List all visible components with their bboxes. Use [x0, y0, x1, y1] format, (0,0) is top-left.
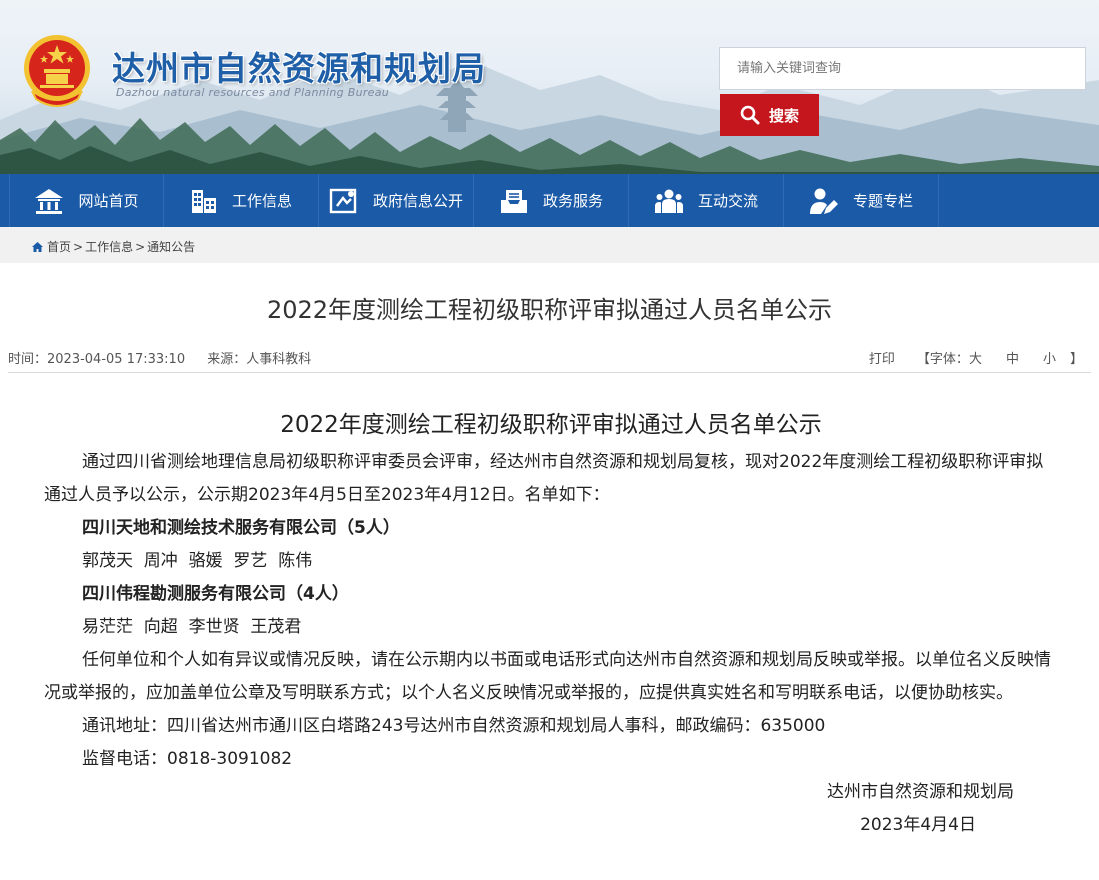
people-icon	[654, 187, 684, 215]
nav-item-interaction[interactable]: 互动交流	[629, 174, 784, 227]
article-intro: 通过四川省测绘地理信息局初级职称评审委员会评审，经达州市自然资源和规划局复核，现…	[44, 452, 1044, 505]
nav-item-label: 政务服务	[542, 192, 603, 210]
nav-item-label: 专题专栏	[852, 192, 913, 210]
article-source: 来源：人事科教科	[207, 352, 311, 367]
contact-phone: 监督电话：0818-3091082	[82, 749, 293, 769]
breadcrumb-separator: >	[135, 239, 146, 254]
site-title: 达州市自然资源和规划局	[112, 49, 486, 88]
national-emblem-icon	[24, 35, 90, 107]
site-subtitle: Dazhou natural resources and Planning Bu…	[116, 86, 390, 99]
print-link[interactable]: 打印	[869, 348, 895, 367]
user-edit-icon	[809, 187, 839, 215]
nav-item-label: 互动交流	[697, 192, 758, 210]
nav-item-label: 工作信息	[231, 192, 292, 210]
source-value: 人事科教科	[246, 352, 312, 367]
signature-date: 2023年4月4日	[860, 815, 976, 835]
article-heading: 2022年度测绘工程初级职称评审拟通过人员名单公示	[280, 412, 822, 438]
time-value: 2023-04-05 17:33:10	[47, 352, 186, 367]
breadcrumb-home[interactable]: 首页	[47, 238, 71, 255]
font-small-link[interactable]: 小	[1043, 348, 1056, 367]
header-banner: 达州市自然资源和规划局 Dazhou natural resources and…	[0, 0, 1099, 174]
breadcrumb-bar: 首页 > 工作信息 > 通知公告	[0, 227, 1099, 263]
inbox-icon	[499, 188, 529, 214]
company-heading-2: 四川伟程勘测服务有限公司（4人）	[82, 584, 349, 604]
source-label: 来源：	[207, 352, 247, 367]
name-list-2: 易茫茫 向超 李世贤 王茂君	[82, 617, 302, 637]
signature: 达州市自然资源和规划局	[827, 782, 1014, 802]
nav-item-home[interactable]: 网站首页	[9, 174, 164, 227]
search-button[interactable]: 搜索	[720, 94, 819, 136]
divider	[8, 372, 1091, 373]
publish-time: 时间：2023-04-05 17:33:10	[8, 352, 185, 367]
breadcrumb-notice[interactable]: 通知公告	[147, 238, 195, 255]
building-icon	[190, 187, 218, 215]
font-large-link[interactable]: 大	[969, 348, 982, 367]
nav-item-work-info[interactable]: 工作信息	[164, 174, 319, 227]
home-small-icon	[31, 241, 44, 253]
nav-item-gov-service[interactable]: 政务服务	[474, 174, 629, 227]
main-nav: 网站首页 工作信息 政府信息公开 政务服务 互动交流 专题专栏	[0, 174, 1099, 227]
objection-notice: 任何单位和个人如有异议或情况反映，请在公示期内以书面或电话形式向达州市自然资源和…	[44, 650, 1051, 703]
search-input[interactable]	[719, 47, 1086, 90]
article-tools: 打印 【字体： 大 中 小 】	[869, 348, 1083, 367]
page-title: 2022年度测绘工程初级职称评审拟通过人员名单公示	[266, 296, 833, 324]
name-list-1: 郭茂天 周冲 骆媛 罗艺 陈伟	[82, 551, 313, 571]
article-meta: 时间：2023-04-05 17:33:10 来源：人事科教科	[8, 348, 329, 367]
home-icon	[34, 188, 64, 214]
search-button-label: 搜索	[768, 106, 799, 125]
font-medium-link[interactable]: 中	[1006, 348, 1019, 367]
nav-item-special[interactable]: 专题专栏	[784, 174, 939, 227]
breadcrumb-work-info[interactable]: 工作信息	[85, 238, 133, 255]
article-body: 2022年度测绘工程初级职称评审拟通过人员名单公示 通过四川省测绘地理信息局初级…	[44, 408, 1054, 842]
search-icon	[740, 105, 760, 125]
time-label: 时间：	[8, 352, 48, 367]
nav-item-label: 网站首页	[78, 192, 139, 210]
font-size-close: 】	[1069, 352, 1083, 367]
contact-address: 通讯地址：四川省达州市通川区白塔路243号达州市自然资源和规划局人事科，邮政编码…	[82, 716, 826, 736]
nav-item-label: 政府信息公开	[372, 192, 463, 210]
nav-item-gov-info[interactable]: 政府信息公开	[319, 174, 474, 227]
company-heading-1: 四川天地和测绘技术服务有限公司（5人）	[82, 518, 400, 538]
document-icon	[329, 187, 359, 215]
font-size-open: 【字体：	[916, 352, 969, 367]
breadcrumb: 首页 > 工作信息 > 通知公告	[31, 238, 195, 255]
breadcrumb-separator: >	[73, 239, 84, 254]
